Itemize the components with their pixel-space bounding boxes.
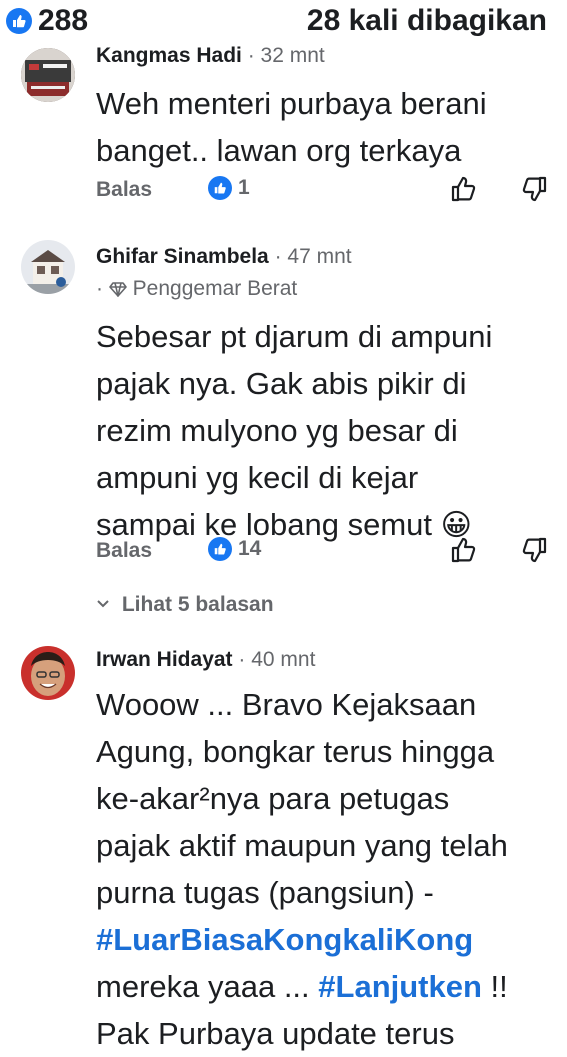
text-line: rezim mulyono yg besar di (96, 413, 458, 448)
thumbs-up-icon[interactable] (448, 174, 478, 209)
author-name[interactable]: Irwan Hidayat (96, 648, 233, 671)
text-line: ampuni yg kecil di kejar (96, 460, 419, 495)
author-name[interactable]: Kangmas Hadi (96, 44, 242, 67)
text-line: mereka yaaa ... #Lanjutken !! (96, 963, 541, 1010)
badge-label: Penggemar Berat (132, 277, 298, 300)
text-line: Pak Purbaya update terus (96, 1016, 455, 1051)
avatar[interactable] (21, 646, 75, 700)
hashtag-link[interactable]: #Lanjutken (318, 969, 482, 1004)
post-stats-bar: 288 28 kali dibagikan (0, 0, 567, 40)
text-line: Wooow ... Bravo Kejaksaan (96, 687, 477, 722)
comment-text: Wooow ... Bravo Kejaksaan Agung, bongkar… (96, 681, 541, 1057)
text-segment: !! (481, 969, 508, 1004)
comment-text: Weh menteri purbaya berani banget.. lawa… (96, 80, 541, 174)
text-line: pajak aktif maupun yang telah (96, 828, 508, 863)
diamond-icon (109, 279, 127, 303)
reply-button[interactable]: Balas (96, 539, 152, 563)
avatar[interactable] (21, 48, 75, 102)
text-line: Agung, bongkar terus hingga (96, 734, 495, 769)
comment-time[interactable]: 47 mnt (287, 245, 351, 268)
like-icon[interactable] (6, 8, 32, 34)
thumbs-down-icon[interactable] (520, 535, 550, 570)
comment-actions: Balas 14 (96, 535, 556, 571)
separator-dot: · (274, 245, 288, 268)
text-line: ke-akar²nya para petugas (96, 781, 450, 816)
like-icon (208, 176, 232, 200)
comment-header: Kangmas Hadi · 32 mnt (96, 44, 325, 68)
comment-time[interactable]: 40 mnt (251, 648, 315, 671)
separator-dot: · (238, 648, 252, 671)
avatar[interactable] (21, 240, 75, 294)
text-line: purna tugas (pangsiun) - (96, 875, 434, 910)
reaction-summary[interactable]: 1 (208, 176, 250, 200)
separator-dot: · (96, 277, 109, 300)
like-icon (208, 537, 232, 561)
text-line: #LuarBiasaKongkaliKong (96, 916, 541, 963)
comment-actions: Balas 1 (96, 174, 556, 210)
reaction-count: 1 (238, 176, 250, 199)
view-replies-label: Lihat 5 balasan (121, 593, 274, 616)
hashtag-link[interactable]: #LuarBiasaKongkaliKong (96, 922, 473, 957)
reaction-summary[interactable]: 14 (208, 537, 261, 561)
text-line: banget.. lawan org terkaya (96, 133, 462, 168)
thumbs-up-icon[interactable] (448, 535, 478, 570)
comment-header: Irwan Hidayat · 40 mnt (96, 648, 315, 672)
reaction-count[interactable]: 288 (38, 4, 88, 38)
author-name[interactable]: Ghifar Sinambela (96, 245, 269, 268)
reply-button[interactable]: Balas (96, 178, 152, 202)
comment-text: Sebesar pt djarum di ampuni pajak nya. G… (96, 313, 541, 549)
shares-count[interactable]: 28 kali dibagikan (307, 4, 547, 38)
fan-badge[interactable]: · Penggemar Berat (96, 277, 297, 303)
thumbs-down-icon[interactable] (520, 174, 550, 209)
chevron-down-icon (96, 591, 110, 615)
reaction-count: 14 (238, 537, 262, 560)
text-segment: mereka yaaa ... (96, 969, 319, 1004)
view-replies-button[interactable]: Lihat 5 balasan (96, 591, 274, 617)
comment-time[interactable]: 32 mnt (261, 44, 325, 67)
text-line: Sebesar pt djarum di ampuni (96, 319, 493, 354)
comment-header: Ghifar Sinambela · 47 mnt (96, 245, 352, 269)
separator-dot: · (247, 44, 261, 67)
text-line: pajak nya. Gak abis pikir di (96, 366, 467, 401)
text-line: Weh menteri purbaya berani (96, 86, 487, 121)
